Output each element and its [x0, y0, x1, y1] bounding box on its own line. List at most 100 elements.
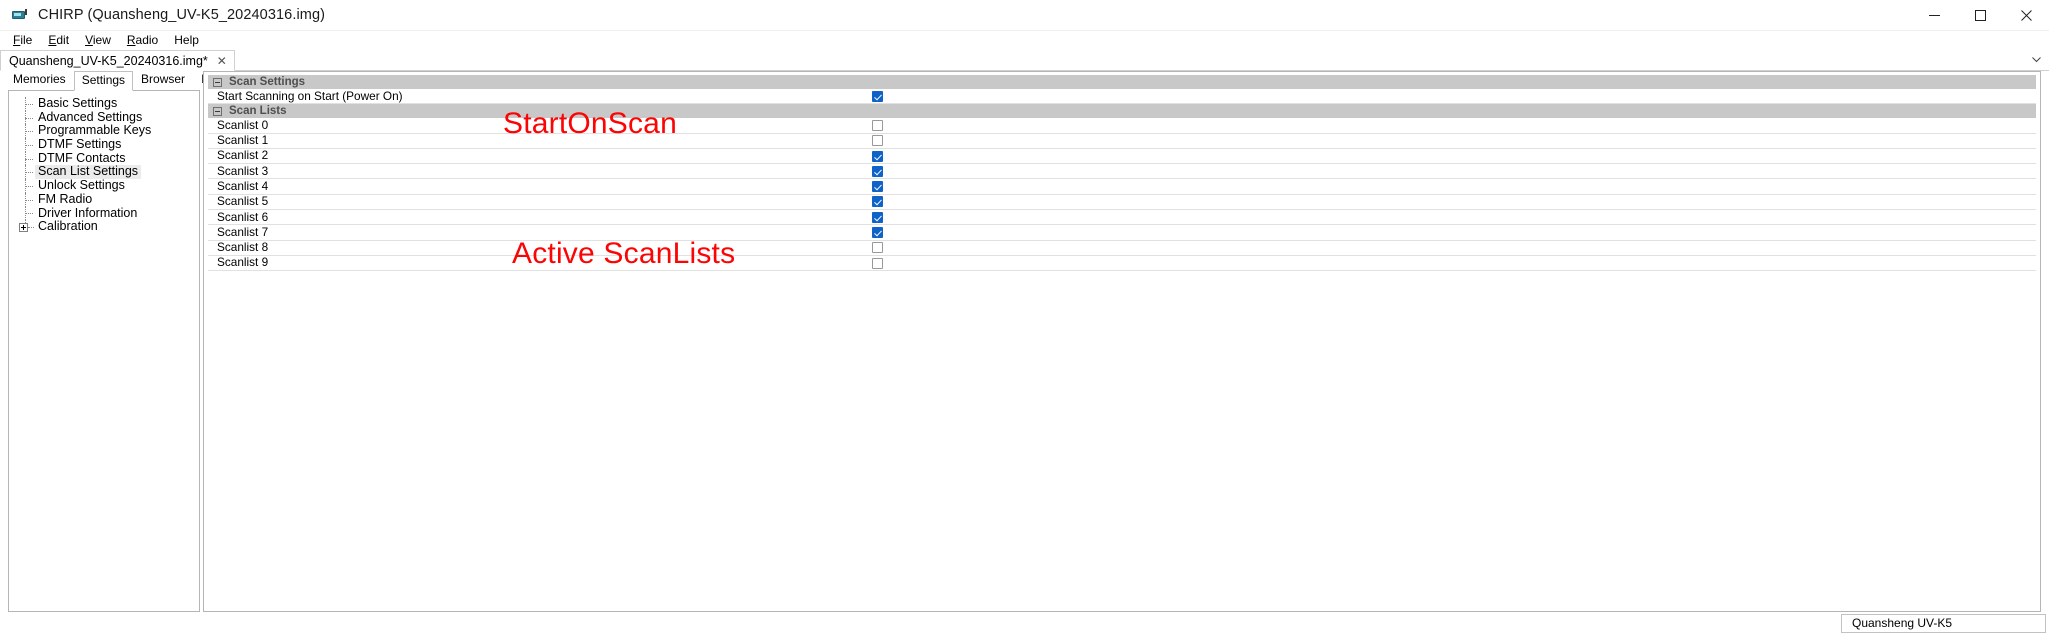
- group-header-scan-lists[interactable]: Scan Lists: [208, 104, 2036, 119]
- file-tab-strip: Quansheng_UV-K5_20240316.img* ✕: [0, 49, 2049, 71]
- group-title: Scan Settings: [229, 76, 306, 88]
- tree-branch-icon: [17, 97, 35, 111]
- menu-help[interactable]: Help: [166, 31, 207, 49]
- tree-branch-icon: [17, 138, 35, 152]
- sidebar-item-dtmf-contacts[interactable]: DTMF Contacts: [9, 150, 199, 166]
- menu-view-accel: V: [85, 33, 93, 47]
- setting-control: [872, 150, 2036, 162]
- setting-control: [872, 211, 2036, 223]
- settings-content-panel: Scan Settings Start Scanning on Start (P…: [203, 71, 2041, 612]
- left-column: Memories Settings Browser Info Basic Set…: [0, 70, 221, 634]
- tab-settings[interactable]: Settings: [73, 71, 134, 91]
- menu-file[interactable]: File: [5, 31, 40, 49]
- status-bar: Quansheng UV-K5: [0, 613, 2049, 634]
- setting-row-scanlist-2[interactable]: Scanlist 2: [208, 148, 2036, 165]
- sidebar-item-advanced-settings[interactable]: Advanced Settings: [9, 109, 199, 125]
- menu-view[interactable]: View: [77, 31, 119, 49]
- tree-branch-icon: [17, 179, 35, 193]
- checkbox-scanlist-9[interactable]: [872, 257, 883, 269]
- sidebar-item-scan-list-settings[interactable]: Scan List Settings: [9, 165, 199, 180]
- sidebar-item-label: Scan List Settings: [35, 165, 142, 180]
- settings-scroll-area: Scan Settings Start Scanning on Start (P…: [204, 72, 2040, 611]
- setting-control: [872, 135, 2036, 147]
- settings-tree-panel: Basic Settings Advanced Settings Program…: [8, 90, 200, 612]
- menu-bar: File Edit View Radio Help: [0, 31, 2049, 49]
- sidebar-item-label: Advanced Settings: [38, 109, 143, 124]
- sidebar-item-label: DTMF Contacts: [38, 150, 126, 165]
- close-icon[interactable]: [2003, 0, 2049, 31]
- setting-label: Scanlist 6: [217, 209, 269, 224]
- menu-edit-accel: E: [48, 33, 57, 47]
- sidebar-item-calibration[interactable]: Calibration: [9, 219, 199, 234]
- tree-branch-icon: [17, 110, 35, 125]
- setting-row-scanlist-5[interactable]: Scanlist 5: [208, 194, 2036, 211]
- setting-label: Scanlist 7: [217, 224, 269, 239]
- section-tabs: Memories Settings Browser Info: [0, 70, 221, 91]
- tab-browser[interactable]: Browser: [133, 70, 193, 90]
- menu-radio[interactable]: Radio: [119, 31, 166, 49]
- file-tab[interactable]: Quansheng_UV-K5_20240316.img* ✕: [0, 50, 235, 71]
- setting-label: Scanlist 5: [217, 194, 269, 209]
- group-header-scan-settings[interactable]: Scan Settings: [208, 75, 2036, 89]
- checkbox-scanlist-0[interactable]: [872, 119, 883, 131]
- tree-branch-icon: [17, 220, 35, 234]
- menu-edit[interactable]: Edit: [40, 31, 77, 49]
- setting-row-scanlist-4[interactable]: Scanlist 4: [208, 179, 2036, 195]
- setting-row-scanlist-1[interactable]: Scanlist 1: [208, 133, 2036, 149]
- setting-control: [872, 227, 2036, 239]
- file-tab-label: Quansheng_UV-K5_20240316.img*: [9, 53, 208, 68]
- menu-help-label: Help: [174, 33, 199, 47]
- status-radio-model: Quansheng UV-K5: [1841, 614, 2046, 633]
- setting-row-scanlist-8[interactable]: Scanlist 8: [208, 240, 2036, 256]
- window-title: CHIRP (Quansheng_UV-K5_20240316.img): [38, 7, 326, 23]
- radio-icon: [11, 7, 28, 23]
- close-icon[interactable]: ✕: [217, 55, 227, 67]
- minus-box-icon[interactable]: [213, 77, 222, 87]
- checkbox-scanlist-2[interactable]: [872, 150, 883, 162]
- plus-box-expander-icon[interactable]: [19, 222, 28, 232]
- minimize-icon[interactable]: [1911, 0, 1957, 31]
- checkbox-scanlist-1[interactable]: [872, 135, 883, 147]
- checkbox-scanlist-5[interactable]: [872, 196, 883, 208]
- checkbox-scanlist-6[interactable]: [872, 211, 883, 223]
- sidebar-item-driver-information[interactable]: Driver Information: [9, 205, 199, 221]
- menu-radio-accel: R: [126, 33, 136, 47]
- sidebar-item-label: Driver Information: [38, 205, 138, 220]
- setting-row-scanlist-7[interactable]: Scanlist 7: [208, 224, 2036, 241]
- maximize-icon[interactable]: [1957, 0, 2003, 31]
- chirp-window: CHIRP (Quansheng_UV-K5_20240316.img) Fil…: [0, 0, 2049, 634]
- checkbox-scanlist-4[interactable]: [872, 181, 883, 193]
- tree-branch-icon: [17, 192, 35, 207]
- chevron-down-icon[interactable]: [2025, 49, 2047, 70]
- checkbox-scanlist-8[interactable]: [872, 242, 883, 254]
- sidebar-item-label: Unlock Settings: [38, 178, 125, 193]
- sidebar-item-label: FM Radio: [38, 191, 93, 206]
- setting-row-scanlist-9[interactable]: Scanlist 9: [208, 255, 2036, 272]
- setting-control: [872, 242, 2036, 254]
- main-body: Memories Settings Browser Info Basic Set…: [0, 71, 2049, 634]
- sidebar-item-dtmf-settings[interactable]: DTMF Settings: [9, 137, 199, 152]
- setting-row-start-on-scan[interactable]: Start Scanning on Start (Power On): [208, 89, 2036, 105]
- sidebar-item-programmable-keys[interactable]: Programmable Keys: [9, 124, 199, 138]
- setting-control: [872, 119, 2036, 131]
- setting-control: [872, 181, 2036, 193]
- sidebar-item-basic-settings[interactable]: Basic Settings: [9, 96, 199, 111]
- setting-control: [872, 257, 2036, 269]
- checkbox-start-scanning-on-start[interactable]: [872, 90, 883, 102]
- checkbox-scanlist-3[interactable]: [872, 165, 883, 177]
- setting-row-scanlist-6[interactable]: Scanlist 6: [208, 209, 2036, 226]
- tree-branch-icon: [17, 206, 35, 221]
- sidebar-item-fm-radio[interactable]: FM Radio: [9, 191, 199, 207]
- setting-row-scanlist-3[interactable]: Scanlist 3: [208, 164, 2036, 180]
- setting-row-scanlist-0[interactable]: Scanlist 0: [208, 118, 2036, 134]
- tree-branch-icon: [17, 165, 35, 179]
- group-title: Scan Lists: [229, 105, 287, 118]
- minus-box-icon[interactable]: [213, 106, 222, 116]
- settings-tree: Basic Settings Advanced Settings Program…: [9, 91, 199, 234]
- setting-label: Scanlist 9: [217, 255, 269, 270]
- window-controls: [1911, 0, 2049, 31]
- checkbox-scanlist-7[interactable]: [872, 227, 883, 239]
- tab-memories[interactable]: Memories: [5, 70, 74, 90]
- title-bar: CHIRP (Quansheng_UV-K5_20240316.img): [0, 0, 2049, 31]
- sidebar-item-unlock-settings[interactable]: Unlock Settings: [9, 178, 199, 193]
